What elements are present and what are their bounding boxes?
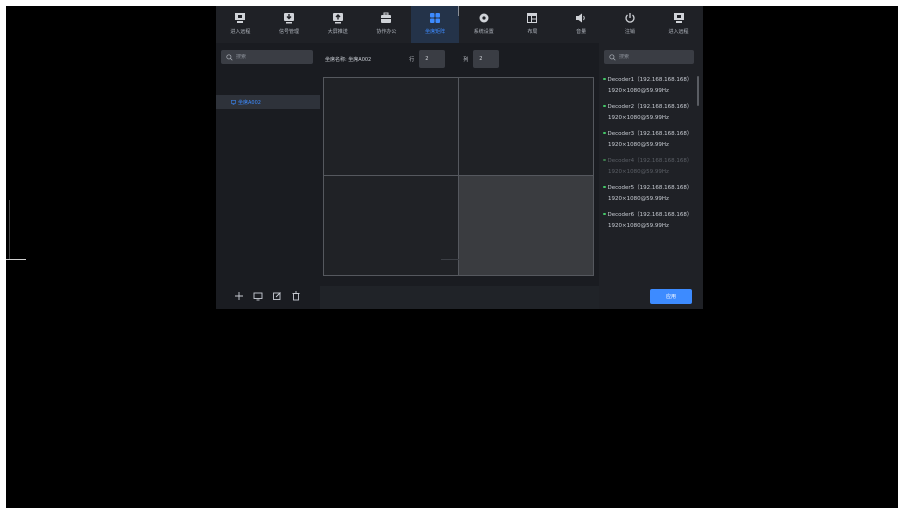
nav-label: 大屏推送: [327, 29, 348, 35]
seat-sidebar: 坐席A002: [216, 43, 320, 309]
power-icon: [625, 13, 635, 23]
nav-label: 坐席矩阵: [425, 29, 446, 35]
screen-wall-grid: [323, 77, 594, 276]
wall-cell[interactable]: [324, 176, 459, 275]
matrix-editor: 坐席名称: 坐席A002 行 2 列 2: [320, 43, 599, 309]
online-status-dot: [603, 131, 606, 135]
monitor-icon: [231, 99, 236, 105]
frame-border-bottom: [0, 508, 904, 513]
nav-item-volume[interactable]: 音量: [557, 6, 606, 43]
decoder-resolution: 1920×1080@59.99Hz: [608, 223, 669, 229]
plus-icon: [235, 292, 243, 300]
nav-label: 进入远程: [230, 29, 251, 35]
sidebar-search-input[interactable]: [236, 54, 306, 60]
wall-divider-mark: [441, 259, 459, 260]
nav-label: 协作办公: [376, 29, 397, 35]
decoder-resolution: 1920×1080@59.99Hz: [608, 196, 669, 202]
decoder-item[interactable]: Decoder3（192.168.168.168） 1920×1080@59.9…: [603, 129, 699, 156]
edit-button[interactable]: [272, 291, 282, 301]
gear-icon: [479, 13, 489, 23]
decoder-resolution: 1920×1080@59.99Hz: [608, 115, 669, 121]
decoder-name: Decoder4（192.168.168.168）: [607, 158, 693, 164]
nav-divider: [458, 6, 459, 16]
app-window: 进入远程 信号管理 大屏推送 协作办公 坐席矩阵 系统设置 布局 音量 注销 进…: [216, 6, 703, 309]
apply-button[interactable]: 应用: [650, 289, 692, 304]
edge-divider: [9, 200, 10, 260]
sidebar-search-box[interactable]: [221, 50, 313, 64]
nav-label: 进入远程: [668, 29, 689, 35]
frame-border-left: [0, 0, 6, 513]
nav-label: 注销: [624, 29, 635, 35]
row-label: 行: [409, 56, 415, 63]
delete-button[interactable]: [291, 291, 301, 301]
edit-icon: [273, 292, 281, 300]
decoder-panel: Decoder1（192.168.168.168） 1920×1080@59.9…: [599, 43, 703, 309]
wall-cell-selected[interactable]: [459, 176, 593, 275]
decoder-name: Decoder1（192.168.168.168）: [607, 77, 693, 83]
screen-add-icon: [253, 292, 263, 301]
nav-item-logout[interactable]: 注销: [606, 6, 655, 43]
decoder-item[interactable]: Decoder2（192.168.168.168） 1920×1080@59.9…: [603, 102, 699, 129]
sidebar-toolbar: [234, 291, 301, 301]
grid-matrix-icon: [430, 13, 441, 23]
decoder-resolution: 1920×1080@59.99Hz: [608, 169, 669, 175]
decoder-item[interactable]: Decoder5（192.168.168.168） 1920×1080@59.9…: [603, 183, 699, 210]
edge-marker: [6, 259, 26, 260]
wall-cell[interactable]: [459, 78, 593, 176]
nav-item-remote-enter-2[interactable]: 进入远程: [654, 6, 703, 43]
nav-item-remote-enter[interactable]: 进入远程: [216, 6, 265, 43]
nav-label: 信号管理: [279, 29, 300, 35]
editor-footer: [320, 286, 599, 309]
row-count-input[interactable]: 2: [419, 50, 446, 68]
nav-label: 布局: [527, 29, 538, 35]
decoder-item-disabled[interactable]: Decoder4（192.168.168.168） 1920×1080@59.9…: [603, 156, 699, 183]
seat-name-label: 坐席名称: 坐席A002: [325, 56, 372, 63]
online-status-dot: [603, 185, 606, 189]
layout-icon: [527, 13, 538, 23]
frame-border-right: [898, 0, 904, 513]
search-icon: [226, 53, 233, 61]
column-label: 列: [463, 56, 469, 63]
top-nav-bar: 进入远程 信号管理 大屏推送 协作办公 坐席矩阵 系统设置 布局 音量 注销 进…: [216, 6, 703, 43]
signal-download-icon: [284, 13, 295, 24]
search-icon: [609, 53, 616, 61]
nav-label: 音量: [576, 29, 587, 35]
add-screen-button[interactable]: [253, 291, 263, 301]
trash-icon: [292, 291, 300, 301]
screen-push-icon: [332, 13, 343, 24]
nav-item-layout[interactable]: 布局: [508, 6, 557, 43]
add-button[interactable]: [234, 291, 244, 301]
seat-list-item[interactable]: 坐席A002: [216, 95, 320, 109]
decoder-list-scrollbar[interactable]: [697, 76, 699, 106]
seat-list-item-label: 坐席A002: [238, 99, 261, 106]
decoder-name: Decoder6（192.168.168.168）: [607, 212, 693, 218]
volume-icon: [576, 13, 585, 23]
column-count-input[interactable]: 2: [473, 50, 500, 68]
wall-cell[interactable]: [324, 78, 459, 176]
decoder-name: Decoder2（192.168.168.168）: [607, 104, 693, 110]
decoder-resolution: 1920×1080@59.99Hz: [608, 88, 669, 94]
remote-enter-icon: [235, 13, 246, 23]
decoder-list: Decoder1（192.168.168.168） 1920×1080@59.9…: [603, 75, 699, 237]
nav-item-screen-push[interactable]: 大屏推送: [313, 6, 362, 43]
decoder-search-box[interactable]: [604, 50, 694, 64]
decoder-resolution: 1920×1080@59.99Hz: [608, 142, 669, 148]
decoder-search-input[interactable]: [619, 54, 689, 60]
decoder-item[interactable]: Decoder1（192.168.168.168） 1920×1080@59.9…: [603, 75, 699, 102]
nav-item-signal-management[interactable]: 信号管理: [265, 6, 314, 43]
online-status-dot: [603, 77, 606, 81]
nav-item-seat-matrix[interactable]: 坐席矩阵: [410, 6, 460, 43]
decoder-item[interactable]: Decoder6（192.168.168.168） 1920×1080@59.9…: [603, 210, 699, 237]
remote-enter-icon: [673, 13, 684, 23]
online-status-dot: [603, 158, 606, 162]
matrix-config-bar: 坐席名称: 坐席A002 行 2 列 2: [325, 50, 500, 68]
decoder-name: Decoder3（192.168.168.168）: [607, 131, 693, 137]
online-status-dot: [603, 104, 606, 108]
nav-item-system-settings[interactable]: 系统设置: [459, 6, 508, 43]
nav-label: 系统设置: [473, 29, 494, 35]
decoder-name: Decoder5（192.168.168.168）: [607, 185, 693, 191]
online-status-dot: [603, 212, 606, 216]
nav-item-collaboration[interactable]: 协作办公: [362, 6, 411, 43]
briefcase-icon: [381, 12, 392, 23]
